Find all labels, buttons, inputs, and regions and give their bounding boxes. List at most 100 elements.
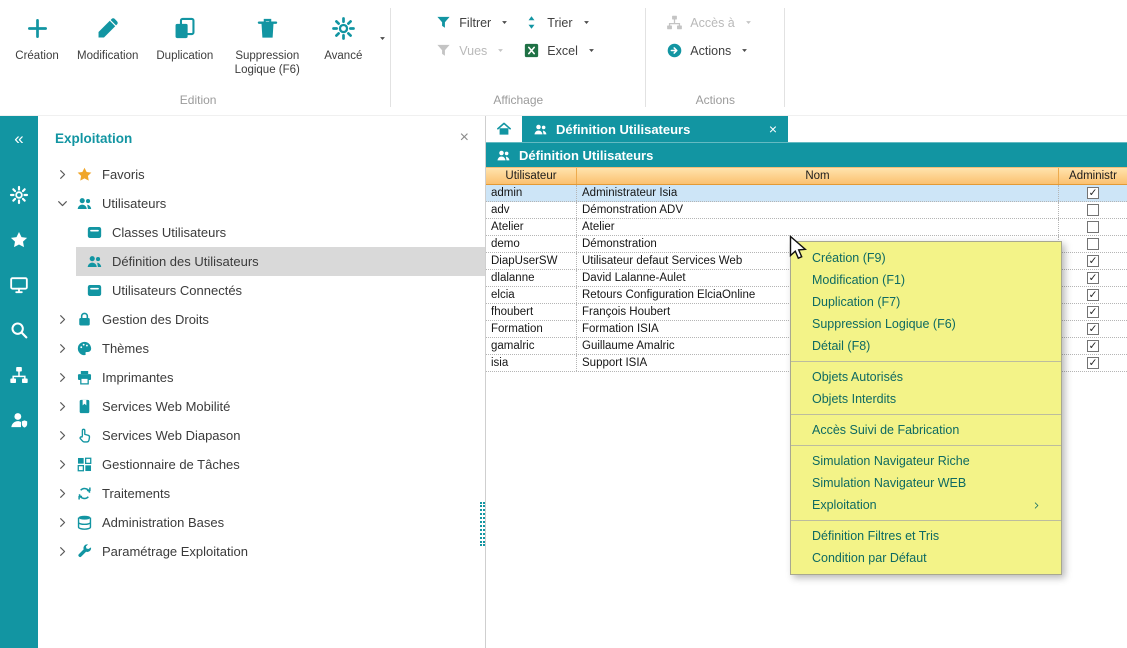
dropdown-icon: [496, 46, 505, 55]
nav-item-themes[interactable]: Thèmes: [38, 334, 485, 363]
chevron-right-icon[interactable]: [56, 487, 69, 500]
admin-cell: [1059, 202, 1127, 218]
filtrer-button[interactable]: Filtrer: [435, 14, 523, 31]
column-header-utilisateur[interactable]: Utilisateur: [486, 168, 577, 184]
table-row-atelier[interactable]: AtelierAtelier: [486, 219, 1127, 236]
home-tab[interactable]: [486, 116, 522, 142]
nav-item-label: Favoris: [102, 167, 145, 182]
nav-item-utilisateurs-connectes[interactable]: Utilisateurs Connectés: [38, 276, 485, 305]
menu-item-simulation-navigateur-web[interactable]: Simulation Navigateur WEB: [791, 472, 1061, 494]
sitemap-icon: [666, 14, 683, 31]
menu-item-simulation-navigateur-riche[interactable]: Simulation Navigateur Riche: [791, 450, 1061, 472]
chevron-right-icon[interactable]: [56, 313, 69, 326]
chevron-right-icon[interactable]: [56, 342, 69, 355]
menu-item-exploitation[interactable]: Exploitation: [791, 494, 1061, 516]
chevron-right-icon[interactable]: [56, 458, 69, 471]
users-icon: [76, 195, 93, 212]
navigation-panel: Exploitation × FavorisUtilisateursClasse…: [38, 116, 486, 648]
excel-button[interactable]: Excel: [523, 42, 611, 59]
chevron-right-icon[interactable]: [56, 545, 69, 558]
nav-item-imprimantes[interactable]: Imprimantes: [38, 363, 485, 392]
creation-button[interactable]: Création: [6, 6, 68, 65]
button-label: Accès à: [690, 16, 734, 30]
trier-button[interactable]: Trier: [523, 14, 611, 31]
chevron-down-icon[interactable]: [56, 197, 69, 210]
admin-checkbox-checked[interactable]: ✓: [1087, 187, 1099, 199]
nav-item-definition-des-utilisateurs[interactable]: Définition des Utilisateurs: [38, 247, 485, 276]
table-row-adv[interactable]: advDémonstration ADV: [486, 202, 1127, 219]
menu-item-duplication-f7[interactable]: Duplication (F7): [791, 291, 1061, 313]
nav-item-traitements[interactable]: Traitements: [38, 479, 485, 508]
user-cell: gamalric: [486, 338, 577, 354]
duplication-button[interactable]: Duplication: [147, 6, 222, 65]
sidebar-search-button[interactable]: [0, 307, 38, 352]
admin-checkbox-checked[interactable]: ✓: [1087, 272, 1099, 284]
nav-item-favoris[interactable]: Favoris: [38, 160, 485, 189]
sidebar-users-button[interactable]: [0, 397, 38, 442]
modification-button[interactable]: Modification: [68, 6, 147, 65]
panel-splitter-handle[interactable]: [480, 502, 485, 546]
menu-item-objets-autorises[interactable]: Objets Autorisés: [791, 366, 1061, 388]
chevron-right-icon[interactable]: [56, 516, 69, 529]
name-cell: Administrateur Isia: [577, 185, 1059, 201]
admin-checkbox-checked[interactable]: ✓: [1087, 323, 1099, 335]
button-label: Actions: [690, 44, 731, 58]
admin-cell: [1059, 219, 1127, 235]
avance-dropdown-arrow[interactable]: [374, 6, 390, 43]
menu-item-condition-par-defaut[interactable]: Condition par Défaut: [791, 547, 1061, 569]
menu-item-acces-suivi-de-fabrication[interactable]: Accès Suivi de Fabrication: [791, 419, 1061, 441]
sidebar-organization-button[interactable]: [0, 352, 38, 397]
nav-item-label: Classes Utilisateurs: [112, 225, 226, 240]
nav-item-administration-bases[interactable]: Administration Bases: [38, 508, 485, 537]
admin-cell: ✓: [1059, 253, 1127, 269]
nav-item-label: Paramétrage Exploitation: [102, 544, 248, 559]
actions-button[interactable]: Actions: [666, 42, 754, 59]
column-header-nom[interactable]: Nom: [577, 168, 1059, 184]
menu-item-modification-f1[interactable]: Modification (F1): [791, 269, 1061, 291]
admin-checkbox-checked[interactable]: ✓: [1087, 306, 1099, 318]
nav-item-services-web-diapason[interactable]: Services Web Diapason: [38, 421, 485, 450]
tab-close-button[interactable]: ×: [769, 121, 777, 137]
admin-checkbox-unchecked[interactable]: [1087, 221, 1099, 233]
suppression-logique-f6-button[interactable]: Suppression Logique (F6): [222, 6, 312, 80]
admin-checkbox-unchecked[interactable]: [1087, 238, 1099, 250]
chevron-right-icon[interactable]: [56, 371, 69, 384]
nav-item-gestion-des-droits[interactable]: Gestion des Droits: [38, 305, 485, 334]
admin-checkbox-checked[interactable]: ✓: [1087, 340, 1099, 352]
nav-item-label: Utilisateurs: [102, 196, 166, 211]
admin-checkbox-checked[interactable]: ✓: [1087, 255, 1099, 267]
admin-checkbox-checked[interactable]: ✓: [1087, 357, 1099, 369]
admin-cell: ✓: [1059, 321, 1127, 337]
tab-definition-utilisateurs[interactable]: Définition Utilisateurs ×: [522, 116, 788, 142]
chevron-right-icon[interactable]: [56, 429, 69, 442]
context-menu: Création (F9)Modification (F1)Duplicatio…: [790, 241, 1062, 575]
menu-item-objets-interdits[interactable]: Objets Interdits: [791, 388, 1061, 410]
nav-item-parametrage-exploitation[interactable]: Paramétrage Exploitation: [38, 537, 485, 566]
chevron-right-icon[interactable]: [56, 400, 69, 413]
sidebar-desktop-button[interactable]: [0, 262, 38, 307]
menu-item-creation-f9[interactable]: Création (F9): [791, 247, 1061, 269]
menu-item-detail-f8[interactable]: Détail (F8): [791, 335, 1061, 357]
nav-item-utilisateurs[interactable]: Utilisateurs: [38, 189, 485, 218]
sidebar-favorites-button[interactable]: [0, 217, 38, 262]
menu-item-definition-filtres-et-tris[interactable]: Définition Filtres et Tris: [791, 525, 1061, 547]
admin-cell: ✓: [1059, 270, 1127, 286]
sidebar-settings-button[interactable]: [0, 172, 38, 217]
column-header-administr[interactable]: Administr: [1059, 168, 1127, 184]
avance-button[interactable]: Avancé: [312, 6, 374, 65]
nav-item-services-web-mobilite[interactable]: Services Web Mobilité: [38, 392, 485, 421]
admin-checkbox-unchecked[interactable]: [1087, 204, 1099, 216]
nav-item-classes-utilisateurs[interactable]: Classes Utilisateurs: [38, 218, 485, 247]
nav-item-gestionnaire-de-taches[interactable]: Gestionnaire de Tâches: [38, 450, 485, 479]
chevron-right-icon[interactable]: [56, 168, 69, 181]
mouse-cursor: [789, 235, 807, 261]
table-row-admin[interactable]: adminAdministrateur Isia✓: [486, 185, 1127, 202]
menu-item-suppression-logique-f6[interactable]: Suppression Logique (F6): [791, 313, 1061, 335]
close-panel-button[interactable]: ×: [460, 130, 469, 146]
ribbon-group-label: Edition: [6, 93, 390, 115]
collapse-panel-button[interactable]: «: [0, 124, 38, 152]
user-cell: adv: [486, 202, 577, 218]
nav-item-label: Administration Bases: [102, 515, 224, 530]
menu-separator: [791, 414, 1061, 415]
admin-checkbox-checked[interactable]: ✓: [1087, 289, 1099, 301]
